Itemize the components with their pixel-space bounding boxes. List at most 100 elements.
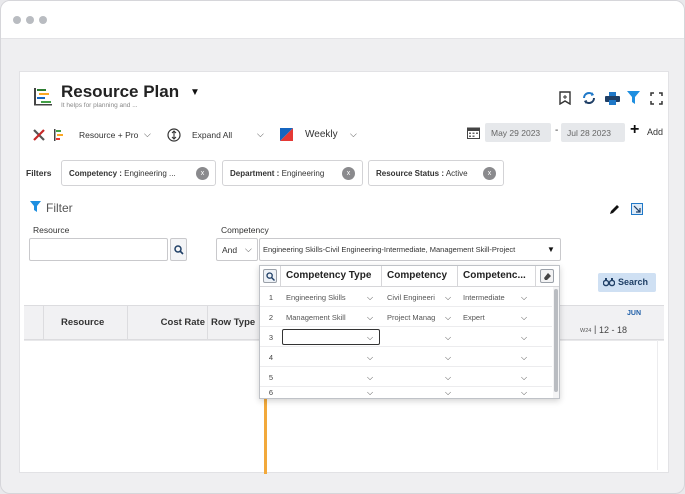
window-dot-icon[interactable] [26, 16, 34, 24]
competency-level-cell[interactable]: Expert [459, 308, 519, 327]
pencil-icon[interactable] [608, 202, 621, 215]
filter-chip-resource-status[interactable]: Resource Status : Active x [368, 160, 504, 186]
operator-value: And [222, 245, 238, 255]
chevron-down-icon[interactable]: ⌵ [521, 348, 527, 367]
start-date-input[interactable]: May 29 2023 [485, 123, 551, 142]
view-select[interactable]: Resource + Pro [79, 130, 138, 140]
chevron-down-icon[interactable]: ⌵ [521, 308, 527, 327]
dropdown-col-competency[interactable]: Competency [382, 266, 458, 286]
dropdown-scrollbar-thumb[interactable] [554, 289, 558, 392]
grid-select-column[interactable] [24, 306, 44, 339]
chevron-down-icon[interactable]: ⌵ [367, 388, 373, 398]
competency-type-cell[interactable]: Engineering Skills [282, 288, 362, 307]
close-icon[interactable]: x [342, 167, 355, 180]
row-number: 6 [268, 388, 274, 397]
filter-title: Filter [46, 201, 73, 215]
chevron-down-icon[interactable]: ⌵ [367, 368, 373, 387]
competency-type-cell[interactable]: Management Skill [282, 308, 362, 327]
close-icon[interactable]: x [196, 167, 209, 180]
chevron-down-icon[interactable]: ⌵ [445, 368, 451, 387]
chevron-down-icon[interactable]: ⌵ [445, 288, 451, 307]
dropdown-col-competency-type[interactable]: Competency Type [281, 266, 382, 286]
chevron-down-icon[interactable]: ⌵ [521, 388, 527, 398]
filters-label: Filters [26, 168, 52, 178]
search-button[interactable]: Search [598, 273, 656, 292]
tools-icon[interactable] [31, 127, 47, 143]
end-date-input[interactable]: Jul 28 2023 [561, 123, 625, 142]
dropdown-row[interactable]: 1 Engineering Skills ⌵ Civil Engineeri ⌵… [260, 288, 552, 307]
dropdown-clear-cell[interactable] [536, 266, 559, 286]
column-resource[interactable]: Resource [44, 306, 128, 339]
print-icon[interactable] [604, 90, 620, 106]
chevron-down-icon[interactable]: ⌵ [445, 308, 451, 327]
chevron-down-icon[interactable]: ⌵ [521, 288, 527, 307]
close-icon[interactable]: x [483, 167, 496, 180]
calendar-icon[interactable] [466, 125, 481, 140]
competency-select-value: Engineering Skills-Civil Engineering-Int… [263, 245, 516, 254]
chevron-down-icon[interactable]: ⌵ [521, 328, 527, 347]
competency-type-select-active[interactable] [282, 329, 380, 345]
column-row-type[interactable]: Row Type [208, 306, 266, 339]
fullscreen-icon[interactable] [649, 90, 664, 106]
dropdown-col-competency-level[interactable]: Competenc... [458, 266, 536, 286]
window-dot-icon[interactable] [13, 16, 21, 24]
filter-chip-competency[interactable]: Competency : Engineering ... x [61, 160, 216, 186]
chevron-down-icon[interactable]: ⌵ [445, 328, 451, 347]
eraser-icon[interactable] [540, 269, 554, 283]
row-number: 2 [268, 313, 274, 322]
chevron-down-icon[interactable]: ⌵ [367, 328, 373, 347]
calendar-view-icon [279, 127, 294, 142]
gantt-app-icon [32, 85, 54, 107]
dropdown-row[interactable]: 6 ⌵ ⌵ ⌵ [260, 388, 552, 398]
chevron-down-icon[interactable]: ⌵ [245, 244, 252, 255]
competency-cell[interactable]: Civil Engineeri [383, 288, 443, 307]
dropdown-search-cell[interactable] [260, 266, 281, 286]
chevron-down-icon[interactable]: ⌵ [521, 368, 527, 387]
chip-key: Department : [230, 169, 280, 178]
page-subtitle: It helps for planning and ... [61, 102, 138, 109]
dropdown-row[interactable]: 5 ⌵ ⌵ ⌵ [260, 368, 552, 387]
chevron-down-icon[interactable]: ⌵ [445, 348, 451, 367]
column-cost-rate[interactable]: Cost Rate [128, 306, 208, 339]
competency-cell[interactable]: Project Manag [383, 308, 443, 327]
chip-key: Competency : [69, 169, 122, 178]
date-separator: - [555, 125, 559, 136]
row-number: 5 [268, 373, 274, 382]
dropdown-row[interactable]: 2 Management Skill ⌵ Project Manag ⌵ Exp… [260, 308, 552, 327]
chevron-down-icon[interactable]: ⌵ [367, 288, 373, 307]
row-number: 3 [268, 333, 274, 342]
timeline-today-marker [264, 392, 267, 474]
caret-down-icon[interactable]: ▼ [547, 245, 555, 254]
chevron-down-icon[interactable]: ⌵ [144, 129, 151, 140]
bookmark-icon[interactable] [558, 90, 572, 106]
grid-divider [657, 340, 658, 470]
resource-plan-page: Resource Plan ▼ It helps for planning an… [19, 71, 669, 474]
chevron-down-icon[interactable]: ⌵ [367, 348, 373, 367]
filter-chip-department[interactable]: Department : Engineering x [222, 160, 363, 186]
dropdown-row[interactable]: 4 ⌵ ⌵ ⌵ [260, 348, 552, 367]
window-dot-icon[interactable] [39, 16, 47, 24]
search-icon[interactable] [263, 269, 277, 283]
refresh-icon[interactable] [581, 90, 597, 106]
timeline-week-range: 12 - 18 [599, 325, 628, 335]
window-titlebar [1, 1, 684, 39]
chevron-down-icon[interactable]: ⌵ [367, 308, 373, 327]
resource-search-button[interactable] [170, 238, 187, 261]
expand-icon[interactable] [166, 127, 181, 142]
competency-select[interactable]: Engineering Skills-Civil Engineering-Int… [259, 238, 561, 261]
chevron-down-icon[interactable]: ⌵ [257, 129, 264, 140]
operator-select[interactable]: And ⌵ [216, 238, 258, 261]
chevron-down-icon[interactable]: ⌵ [350, 129, 357, 140]
expand-select[interactable]: Expand All [192, 130, 232, 140]
dropdown-row[interactable]: 3 ⌵ ⌵ ⌵ [260, 328, 552, 347]
resource-input[interactable] [29, 238, 168, 261]
timeline-week-num: W24 [580, 328, 592, 334]
period-select[interactable]: Weekly [305, 129, 338, 140]
add-icon[interactable]: + [630, 121, 639, 139]
filter-icon[interactable] [626, 90, 640, 106]
add-button[interactable]: Add [647, 127, 663, 137]
title-dropdown-icon[interactable]: ▼ [190, 87, 200, 98]
competency-level-cell[interactable]: Intermediate [459, 288, 519, 307]
collapse-panel-icon[interactable] [630, 202, 643, 215]
chevron-down-icon[interactable]: ⌵ [445, 388, 451, 398]
